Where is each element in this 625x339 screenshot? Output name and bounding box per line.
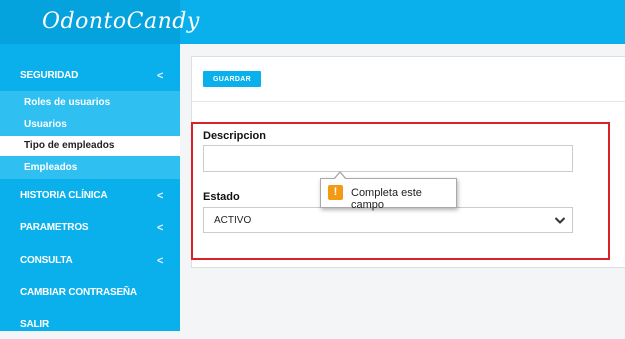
sidebar-item-tipo-de-empleados[interactable]: Tipo de empleados [0, 136, 180, 156]
sidebar-item-label: Empleados [24, 162, 78, 173]
sidebar-item-label: Roles de usuarios [24, 97, 111, 108]
sidebar-item-label: HISTORIA CLÍNICA [20, 190, 108, 201]
tooltip-message: Completa este campo [351, 187, 422, 211]
chevron-left-icon: < [157, 255, 164, 267]
sidebar-item-usuarios[interactable]: Usuarios [0, 115, 180, 135]
sidebar: SEGURIDAD < Roles de usuarios Usuarios T… [0, 44, 180, 331]
sidebar-item-empleados[interactable]: Empleados [0, 158, 180, 178]
sidebar-item-cambiar-contrasena[interactable]: CAMBIAR CONTRASEÑA [0, 287, 180, 307]
sidebar-item-roles-de-usuarios[interactable]: Roles de usuarios [0, 93, 180, 113]
chevron-left-icon: < [157, 70, 164, 82]
sidebar-item-label: Tipo de empleados [24, 140, 115, 151]
sidebar-item-label: SEGURIDAD [20, 70, 79, 81]
sidebar-item-historia-clinica[interactable]: HISTORIA CLÍNICA < [0, 190, 180, 210]
brand-logo[interactable]: OdontoCandy [0, 0, 199, 44]
sidebar-item-label: PARAMETROS [20, 222, 89, 233]
sidebar-item-parametros[interactable]: PARAMETROS < [0, 222, 180, 242]
tooltip-arrow-inner [334, 173, 346, 180]
sidebar-item-label: CAMBIAR CONTRASEÑA [20, 287, 137, 298]
chevron-left-icon: < [157, 222, 164, 234]
validation-tooltip: ! Completa este campo [320, 171, 457, 211]
sidebar-item-label: Usuarios [24, 119, 67, 130]
sidebar-item-seguridad[interactable]: SEGURIDAD < [0, 70, 180, 90]
sidebar-item-label: SALIR [20, 319, 50, 330]
chevron-left-icon: < [157, 190, 164, 202]
sidebar-item-salir[interactable]: SALIR [0, 319, 180, 339]
sidebar-item-label: CONSULTA [20, 255, 73, 266]
sidebar-item-consulta[interactable]: CONSULTA < [0, 255, 180, 275]
warning-icon: ! [328, 185, 343, 200]
divider [192, 101, 625, 102]
save-button[interactable]: GUARDAR [203, 71, 261, 87]
